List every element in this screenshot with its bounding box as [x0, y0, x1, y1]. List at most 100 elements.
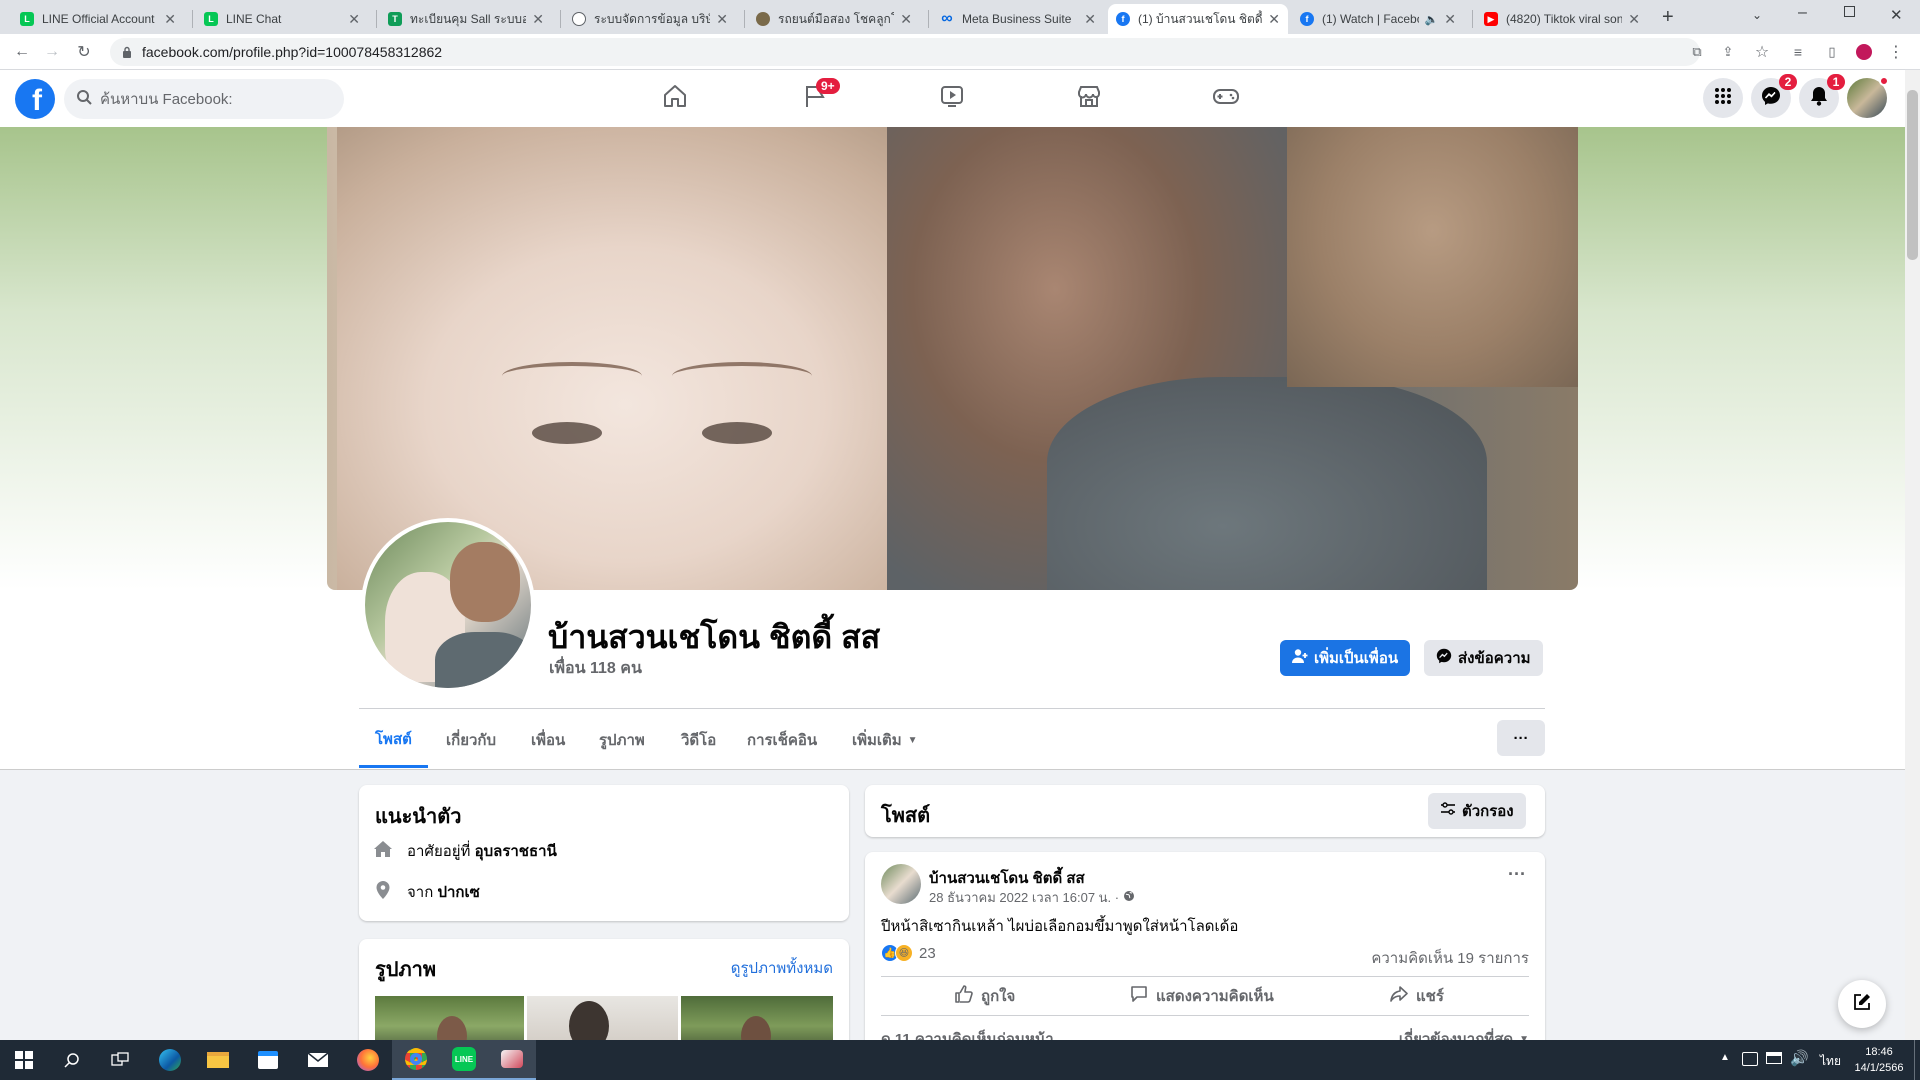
browser-tab[interactable]: L LINE Official Account M ✕ — [12, 4, 184, 34]
address-bar[interactable]: facebook.com/profile.php?id=100078458312… — [110, 38, 1700, 66]
chrome-icon[interactable] — [392, 1040, 440, 1080]
globe-icon — [1123, 890, 1135, 905]
comments-count[interactable]: ความคิดเห็น 19 รายการ — [1371, 946, 1529, 970]
volume-icon[interactable]: 🔊 — [1790, 1049, 1809, 1067]
browser-tab[interactable]: ระบบจัดการข้อมูล บริษัท ไ ✕ — [564, 4, 736, 34]
profile-picture[interactable] — [361, 518, 535, 692]
see-all-photos-link[interactable]: ดูรูปภาพทั้งหมด — [731, 956, 833, 980]
divider — [359, 708, 1545, 709]
browser-tab[interactable]: L LINE Chat ✕ — [196, 4, 368, 34]
browser-tab[interactable]: รถยนต์มือสอง โชคลูกโ ✕ — [748, 4, 920, 34]
close-icon[interactable]: ✕ — [1084, 11, 1096, 28]
filter-icon — [1440, 802, 1456, 820]
store-icon[interactable] — [244, 1040, 292, 1080]
show-desktop-button[interactable] — [1914, 1040, 1915, 1080]
scrollbar-thumb[interactable] — [1907, 90, 1918, 260]
menu-dots-icon[interactable]: ⋮ — [1884, 40, 1908, 64]
like-button[interactable]: ถูกใจ — [955, 978, 1015, 1014]
home-icon — [662, 83, 688, 114]
site-icon — [756, 12, 770, 26]
tab-about[interactable]: เกี่ยวกับ — [430, 712, 512, 768]
nav-gaming[interactable] — [1171, 70, 1281, 127]
facebook-search-input[interactable]: ค้นหาบน Facebook: — [64, 79, 344, 119]
nav-marketplace[interactable] — [1034, 70, 1144, 127]
notification-badge: 9+ — [816, 78, 840, 94]
mail-icon[interactable] — [294, 1040, 342, 1080]
reload-icon[interactable]: ↻ — [72, 40, 96, 64]
friend-count[interactable]: เพื่อน 118 คน — [549, 656, 642, 681]
close-icon[interactable]: ✕ — [1628, 11, 1640, 28]
facebook-logo-icon[interactable]: f — [15, 79, 55, 119]
tab-search-icon[interactable]: ⌄ — [1752, 8, 1762, 22]
tab-posts[interactable]: โพสต์ — [359, 712, 428, 768]
side-panel-icon[interactable]: ▯ — [1820, 40, 1844, 64]
back-icon[interactable]: ← — [10, 40, 34, 64]
share-button[interactable]: แชร์ — [1390, 978, 1444, 1014]
close-icon[interactable]: ✕ — [532, 11, 544, 28]
tab-more[interactable]: เพิ่มเติม ▼ — [836, 712, 934, 768]
nav-home[interactable] — [620, 70, 730, 127]
post-options-icon[interactable]: ··· — [1508, 864, 1526, 885]
message-button[interactable]: ส่งข้อความ — [1424, 640, 1543, 676]
tab-friends[interactable]: เพื่อน — [515, 712, 581, 768]
notifications-button[interactable]: 1 — [1799, 74, 1845, 118]
firefox-icon[interactable] — [344, 1040, 392, 1080]
close-icon[interactable]: ✕ — [164, 11, 176, 28]
browser-tab[interactable]: f (1) Watch | Facebo 🔈 ✕ — [1292, 4, 1464, 34]
clock[interactable]: 18:46 14/1/2566 — [1850, 1044, 1908, 1076]
new-tab-icon[interactable]: + — [1662, 6, 1674, 29]
speaker-icon[interactable]: 🔈 — [1425, 13, 1439, 26]
menu-button[interactable] — [1703, 78, 1743, 118]
post-author-avatar[interactable] — [881, 864, 921, 904]
account-avatar[interactable] — [1847, 76, 1889, 118]
edge-icon[interactable] — [146, 1040, 194, 1080]
translate-icon[interactable]: ⧉ — [1685, 40, 1709, 64]
security-icon[interactable] — [1742, 1052, 1758, 1066]
maximize-icon[interactable] — [1844, 6, 1855, 17]
app-icon[interactable] — [488, 1040, 536, 1080]
close-icon[interactable]: ✕ — [900, 11, 912, 28]
network-icon[interactable] — [1766, 1052, 1782, 1064]
location-pin-icon — [373, 880, 407, 904]
post-reactions[interactable]: 👍 😆 23 — [881, 944, 936, 962]
tab-checkins[interactable]: การเช็คอิน — [731, 712, 833, 768]
new-message-button[interactable] — [1838, 980, 1886, 1028]
close-icon[interactable]: ✕ — [1444, 11, 1456, 28]
cover-photo[interactable] — [327, 127, 1578, 590]
bookmark-star-icon[interactable]: ☆ — [1750, 40, 1774, 64]
profile-icon[interactable] — [1852, 40, 1876, 64]
browser-tab[interactable]: ∞ Meta Business Suite ✕ — [932, 4, 1104, 34]
forward-icon[interactable]: → — [40, 40, 64, 64]
close-icon[interactable]: ✕ — [348, 11, 360, 28]
close-icon[interactable]: ✕ — [716, 11, 728, 28]
browser-tab[interactable]: ▶ (4820) Tiktok viral son ✕ — [1476, 4, 1648, 34]
messenger-button[interactable]: 2 — [1751, 74, 1797, 118]
filter-button[interactable]: ตัวกรอง — [1428, 793, 1526, 829]
task-view-icon[interactable] — [96, 1040, 144, 1080]
tab-photos[interactable]: รูปภาพ — [583, 712, 661, 768]
minimize-icon[interactable]: – — [1798, 4, 1807, 22]
browser-tab[interactable]: T ทะเบียนคุม Sall ระบบออน์ ✕ — [380, 4, 552, 34]
add-friend-button[interactable]: เพิ่มเป็นเพื่อน — [1280, 640, 1411, 676]
comment-button[interactable]: แสดงความคิดเห็น — [1130, 978, 1274, 1014]
close-window-icon[interactable]: ✕ — [1890, 6, 1903, 24]
reactions-icon: 👍 😆 — [881, 944, 913, 962]
tab-videos[interactable]: วิดีโอ — [665, 712, 732, 768]
nav-pages[interactable]: 9+ — [760, 70, 870, 127]
line-app-icon[interactable]: LINE — [440, 1040, 488, 1080]
share-icon[interactable]: ⇪ — [1716, 40, 1740, 64]
reading-list-icon[interactable]: ≡ — [1786, 40, 1810, 64]
input-language[interactable]: ไทย — [1820, 1052, 1841, 1071]
show-hidden-icons[interactable]: ▲ — [1720, 1052, 1730, 1063]
file-explorer-icon[interactable] — [194, 1040, 242, 1080]
intro-title: แนะนำตัว — [375, 806, 462, 828]
search-icon[interactable] — [48, 1040, 96, 1080]
profile-more-button[interactable]: ··· — [1497, 720, 1545, 756]
youtube-icon: ▶ — [1484, 12, 1498, 26]
windows-start-icon[interactable] — [0, 1040, 48, 1080]
meta-icon: ∞ — [941, 10, 953, 27]
close-icon[interactable]: ✕ — [1268, 11, 1280, 28]
browser-tab-active[interactable]: f (1) บ้านสวนเชโดน ชิตดี้ ส ✕ — [1108, 4, 1288, 34]
nav-watch[interactable] — [897, 70, 1007, 127]
comment-icon — [1130, 985, 1148, 1007]
